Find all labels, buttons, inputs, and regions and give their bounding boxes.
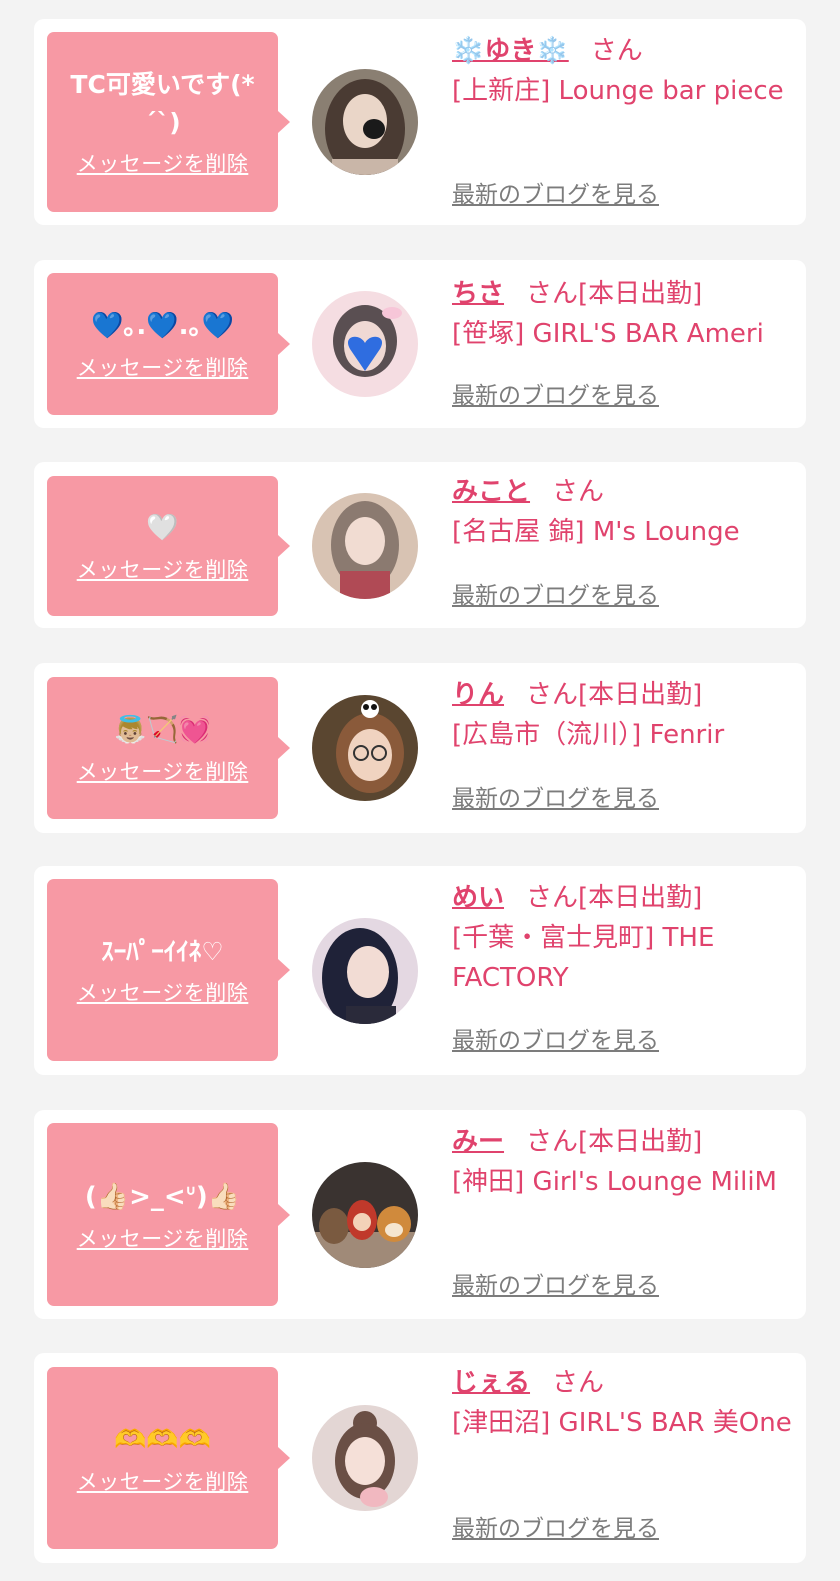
- cast-name-link[interactable]: ちさ: [452, 279, 504, 309]
- message-text: 🤍: [146, 513, 179, 543]
- girl-photo-avatar[interactable]: [312, 918, 418, 1024]
- message-text: 🫶🫶🫶: [113, 1425, 212, 1455]
- honorific: さん: [526, 883, 579, 913]
- latest-blog-link[interactable]: 最新のブログを見る: [452, 1266, 659, 1300]
- message-text: 👼🏼🏹💓: [113, 715, 212, 745]
- cast-name-link[interactable]: みー: [452, 1127, 504, 1157]
- cast-name-link[interactable]: ❄️ゆき❄️: [452, 36, 569, 66]
- cast-info: ちさ さん[本日出勤] [笹塚] GIRL'S BAR Ameri 最新のブログを…: [452, 274, 792, 419]
- shop-name: [千葉・富士見町] THE FACTORY: [452, 923, 715, 993]
- message-bubble: 💙｡.💙.｡💙 メッセージを削除: [47, 273, 290, 415]
- cast-info: めい さん[本日出勤] [千葉・富士見町] THE FACTORY 最新のブログを…: [452, 878, 792, 1063]
- honorific: さん: [526, 279, 579, 309]
- shop-name: [津田沼] GIRL'S BAR 美One: [452, 1408, 792, 1438]
- cast-name-link[interactable]: りん: [452, 680, 504, 710]
- honorific: さん: [590, 36, 643, 66]
- delete-message-link[interactable]: メッセージを削除: [77, 1466, 249, 1496]
- girl-photo-avatar[interactable]: [312, 69, 418, 175]
- message-card: ｽｰﾊﾟｰｲｲﾈ♡ メッセージを削除 めい さん[本日出勤] [千葉・富士見町] …: [34, 866, 806, 1075]
- work-status: [本日出勤]: [578, 1127, 703, 1157]
- plush-toys-avatar[interactable]: [312, 1162, 418, 1268]
- delete-message-link[interactable]: メッセージを削除: [77, 1223, 249, 1253]
- latest-blog-link[interactable]: 最新のブログを見る: [452, 1021, 659, 1055]
- name-line: りん さん[本日出勤]: [452, 675, 792, 715]
- latest-blog-link[interactable]: 最新のブログを見る: [452, 779, 659, 813]
- shop-name: [上新庄] Lounge bar piece: [452, 76, 784, 106]
- message-text: (👍🏻>_<ᐡ)👍🏻: [84, 1181, 241, 1212]
- cast-name-link[interactable]: めい: [452, 883, 504, 913]
- message-bubble: (👍🏻>_<ᐡ)👍🏻 メッセージを削除: [47, 1123, 290, 1306]
- work-status: [本日出勤]: [578, 279, 703, 309]
- latest-blog-link[interactable]: 最新のブログを見る: [452, 175, 659, 209]
- name-line: めい さん[本日出勤]: [452, 878, 792, 918]
- name-line: みー さん[本日出勤]: [452, 1122, 792, 1162]
- message-card: 💙｡.💙.｡💙 メッセージを削除 ちさ さん[本日出勤] [笹塚] GIRL'S …: [34, 260, 806, 428]
- honorific: さん: [552, 1368, 605, 1398]
- message-text: ｽｰﾊﾟｰｲｲﾈ♡: [101, 937, 224, 966]
- work-status: [本日出勤]: [578, 680, 703, 710]
- honorific: さん: [552, 477, 605, 507]
- delete-message-link[interactable]: メッセージを削除: [77, 554, 249, 584]
- girl-photo-avatar[interactable]: [312, 1405, 418, 1511]
- cast-info: じぇる さん [津田沼] GIRL'S BAR 美One 最新のブログを見る: [452, 1363, 792, 1551]
- message-card: TC可愛いです(*´`) メッセージを削除 ❄️ゆき❄️ さん [上新庄] Lou…: [34, 19, 806, 225]
- cast-name-link[interactable]: じぇる: [452, 1368, 530, 1398]
- girl-photo-avatar[interactable]: [312, 695, 418, 801]
- message-bubble: ｽｰﾊﾟｰｲｲﾈ♡ メッセージを削除: [47, 879, 290, 1061]
- latest-blog-link[interactable]: 最新のブログを見る: [452, 376, 659, 410]
- message-bubble: 🤍 メッセージを削除: [47, 476, 290, 616]
- message-text: 💙｡.💙.｡💙: [91, 311, 234, 341]
- honorific: さん: [526, 1127, 579, 1157]
- cast-info: りん さん[本日出勤] [広島市（流川）] Fenrir 最新のブログを見る: [452, 675, 792, 823]
- latest-blog-link[interactable]: 最新のブログを見る: [452, 1509, 659, 1543]
- message-bubble: 👼🏼🏹💓 メッセージを削除: [47, 677, 290, 819]
- favorites-list: TC可愛いです(*´`) メッセージを削除 ❄️ゆき❄️ さん [上新庄] Lou…: [0, 0, 840, 1581]
- work-status: [本日出勤]: [578, 883, 703, 913]
- cast-info: みー さん[本日出勤] [神田] Girl's Lounge MiliM 最新のブ…: [452, 1122, 792, 1307]
- girl-photo-avatar[interactable]: [312, 493, 418, 599]
- shop-name: [広島市（流川）] Fenrir: [452, 720, 725, 750]
- cast-info: ❄️ゆき❄️ さん [上新庄] Lounge bar piece 最新のブログを見…: [452, 31, 792, 216]
- message-card: 👼🏼🏹💓 メッセージを削除 りん さん[本日出勤] [広島市（流川）] Fenri…: [34, 663, 806, 833]
- message-bubble: TC可愛いです(*´`) メッセージを削除: [47, 32, 290, 212]
- shop-name: [神田] Girl's Lounge MiliM: [452, 1167, 777, 1197]
- name-line: みこと さん: [452, 472, 792, 512]
- message-card: (👍🏻>_<ᐡ)👍🏻 メッセージを削除 みー さん[本日出勤] [神田] Girl…: [34, 1110, 806, 1319]
- honorific: さん: [526, 680, 579, 710]
- message-card: 🤍 メッセージを削除 みこと さん [名古屋 錦] M's Lounge 最新のブ…: [34, 462, 806, 628]
- girl-photo-avatar[interactable]: [312, 291, 418, 397]
- delete-message-link[interactable]: メッセージを削除: [77, 352, 249, 382]
- message-bubble: 🫶🫶🫶 メッセージを削除: [47, 1367, 290, 1549]
- shop-name: [笹塚] GIRL'S BAR Ameri: [452, 319, 764, 349]
- name-line: ❄️ゆき❄️ さん: [452, 31, 792, 71]
- delete-message-link[interactable]: メッセージを削除: [77, 756, 249, 786]
- cast-name-link[interactable]: みこと: [452, 477, 530, 507]
- message-text: TC可愛いです(*´`): [70, 70, 255, 137]
- name-line: ちさ さん[本日出勤]: [452, 274, 792, 314]
- name-line: じぇる さん: [452, 1363, 792, 1403]
- latest-blog-link[interactable]: 最新のブログを見る: [452, 576, 659, 610]
- delete-message-link[interactable]: メッセージを削除: [77, 148, 249, 178]
- shop-name: [名古屋 錦] M's Lounge: [452, 517, 740, 547]
- message-card: 🫶🫶🫶 メッセージを削除 じぇる さん [津田沼] GIRL'S BAR 美One…: [34, 1353, 806, 1563]
- delete-message-link[interactable]: メッセージを削除: [77, 977, 249, 1007]
- cast-info: みこと さん [名古屋 錦] M's Lounge 最新のブログを見る: [452, 472, 792, 617]
